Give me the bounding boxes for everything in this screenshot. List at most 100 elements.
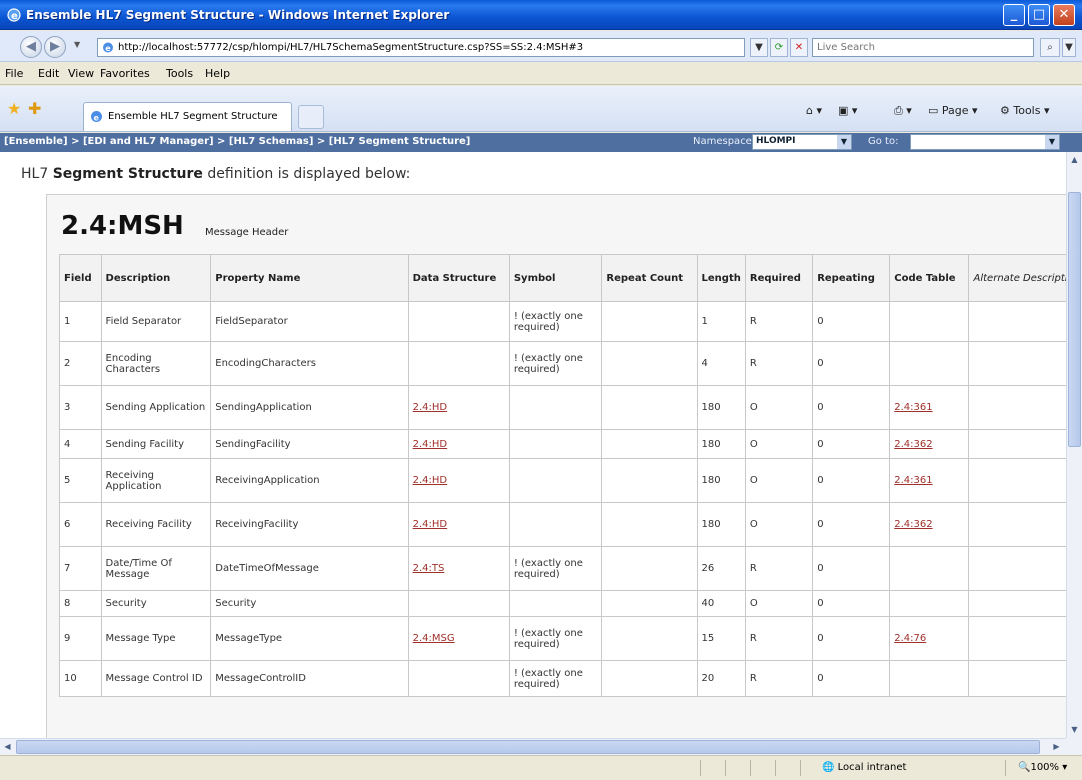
column-header: Description: [100, 254, 212, 302]
cell-description: Security: [100, 590, 212, 617]
scroll-left-icon[interactable]: ◀: [0, 740, 15, 754]
cell-symbol: [508, 502, 603, 547]
code-table-link[interactable]: 2.4:361: [894, 402, 932, 413]
cell-data-structure: 2.4:HD: [407, 502, 510, 547]
vertical-scrollbar[interactable]: ▲ ▼: [1066, 152, 1082, 738]
security-zone[interactable]: 🌐 Local intranet: [822, 762, 906, 773]
cell-property: SendingFacility: [210, 429, 409, 459]
namespace-label: Namespace: [693, 136, 752, 147]
menu-file[interactable]: File: [5, 67, 23, 80]
forward-button[interactable]: ▶: [44, 36, 66, 58]
favorites-center-icon[interactable]: ★: [7, 99, 21, 118]
cell-length: 15: [696, 616, 746, 661]
back-button[interactable]: ◀: [20, 36, 42, 58]
data-structure-link[interactable]: 2.4:HD: [413, 519, 448, 530]
tab-ensemble-segment-structure[interactable]: e Ensemble HL7 Segment Structure: [83, 102, 292, 131]
cell-repeating: 0: [812, 458, 891, 503]
address-row: ◀ ▶ ▼ e ▼ ⟳ ✕ ⌕ ▼: [0, 31, 1082, 62]
menu-favorites[interactable]: Favorites: [100, 67, 150, 80]
horizontal-scrollbar[interactable]: ◀ ▶: [0, 738, 1066, 755]
live-search-box[interactable]: [812, 38, 1034, 57]
scroll-right-icon[interactable]: ▶: [1049, 740, 1064, 754]
print-icon[interactable]: ⎙ ▾: [894, 104, 912, 118]
address-bar[interactable]: e: [97, 38, 745, 57]
table-header-row: Field Description Property Name Data Struct…: [59, 254, 1066, 302]
data-structure-link[interactable]: 2.4:HD: [413, 475, 448, 486]
search-options-dropdown[interactable]: ▼: [1062, 38, 1076, 57]
url-input[interactable]: [118, 40, 738, 55]
cell-property: EncodingCharacters: [210, 341, 409, 386]
column-header: Data Structure: [407, 254, 510, 302]
svg-text:e: e: [11, 11, 18, 22]
goto-select[interactable]: ▼: [910, 134, 1060, 150]
breadcrumb-hl7-schemas[interactable]: [HL7 Schemas]: [229, 136, 313, 147]
minimize-button[interactable]: _: [1003, 4, 1025, 26]
cell-repeat-count: [601, 590, 698, 617]
search-input[interactable]: [817, 40, 1027, 55]
horizontal-scroll-thumb[interactable]: [16, 740, 1040, 754]
segment-panel: 2.4:MSH Message Header Field Description P…: [46, 194, 1066, 738]
new-tab-button[interactable]: [298, 105, 324, 129]
column-header: Repeating: [812, 254, 891, 302]
code-table-link[interactable]: 2.4:362: [894, 439, 932, 450]
cell-data-structure: [407, 341, 510, 386]
data-structure-link[interactable]: 2.4:MSG: [413, 633, 455, 644]
window-title: Ensemble HL7 Segment Structure - Windows…: [26, 8, 450, 22]
status-divider: [775, 760, 776, 776]
cell-description: Encoding Characters: [100, 341, 212, 386]
add-favorites-icon[interactable]: ✚: [28, 99, 41, 118]
cell-repeat-count: [601, 660, 698, 697]
menu-tools[interactable]: Tools: [166, 67, 193, 80]
menu-edit[interactable]: Edit: [38, 67, 59, 80]
data-structure-link[interactable]: 2.4:TS: [413, 563, 445, 574]
scroll-down-icon[interactable]: ▼: [1068, 722, 1081, 737]
scroll-up-icon[interactable]: ▲: [1068, 152, 1081, 167]
feeds-icon[interactable]: ▣ ▾: [838, 104, 857, 117]
breadcrumb-ensemble[interactable]: [Ensemble]: [4, 136, 68, 147]
recent-pages-dropdown[interactable]: ▼: [74, 40, 80, 49]
cell-symbol: ! (exactly one required): [508, 660, 603, 697]
page-menu-button[interactable]: ▭ Page ▾: [928, 104, 978, 117]
cell-data-structure: [407, 301, 510, 342]
cell-alternate-description: [968, 546, 1066, 591]
breadcrumb-separator: >: [213, 136, 229, 147]
zoom-control[interactable]: 🔍100% ▾: [1018, 762, 1067, 773]
cell-length: 26: [696, 546, 746, 591]
close-button[interactable]: ✕: [1053, 4, 1075, 26]
menu-help[interactable]: Help: [205, 67, 230, 80]
data-structure-link[interactable]: 2.4:HD: [413, 439, 448, 450]
home-icon[interactable]: ⌂ ▾: [806, 104, 822, 117]
menu-view[interactable]: View: [68, 67, 94, 80]
cell-repeating: 0: [812, 546, 891, 591]
cell-field: 1: [59, 301, 102, 342]
breadcrumb-edi-hl7-manager[interactable]: [EDI and HL7 Manager]: [83, 136, 214, 147]
code-table-link[interactable]: 2.4:361: [894, 475, 932, 486]
table-row: 1 Field Separator FieldSeparator! (exactly…: [59, 301, 1066, 342]
data-structure-link[interactable]: 2.4:HD: [413, 402, 448, 413]
cell-description: Message Control ID: [100, 660, 212, 697]
cell-required: R: [744, 660, 814, 697]
tools-menu-button[interactable]: ⚙ Tools ▾: [1000, 104, 1050, 117]
table-row: 5 Receiving Application ReceivingApplicati…: [59, 458, 1066, 503]
cell-field: 8: [59, 590, 102, 617]
svg-text:e: e: [105, 44, 111, 53]
search-icon[interactable]: ⌕: [1040, 38, 1060, 57]
cell-alternate-description: [968, 660, 1066, 697]
stop-icon[interactable]: ✕: [790, 38, 808, 57]
code-table-link[interactable]: 2.4:76: [894, 633, 926, 644]
namespace-select[interactable]: HLOMPI ▼: [752, 134, 852, 150]
cell-description: Sending Facility: [100, 429, 212, 459]
vertical-scroll-thumb[interactable]: [1068, 192, 1081, 447]
cell-property: DateTimeOfMessage: [210, 546, 409, 591]
refresh-icon[interactable]: ⟳: [770, 38, 788, 57]
segment-title: 2.4:MSH: [61, 211, 184, 241]
code-table-link[interactable]: 2.4:362: [894, 519, 932, 530]
cell-field: 9: [59, 616, 102, 661]
table-row: 8 Security Security 40 O 0: [59, 590, 1066, 617]
cell-repeat-count: [601, 502, 698, 547]
maximize-button[interactable]: □: [1028, 4, 1050, 26]
address-dropdown[interactable]: ▼: [750, 38, 768, 57]
cell-description: Message Type: [100, 616, 212, 661]
cell-code-table: [889, 546, 970, 591]
cell-repeat-count: [601, 458, 698, 503]
